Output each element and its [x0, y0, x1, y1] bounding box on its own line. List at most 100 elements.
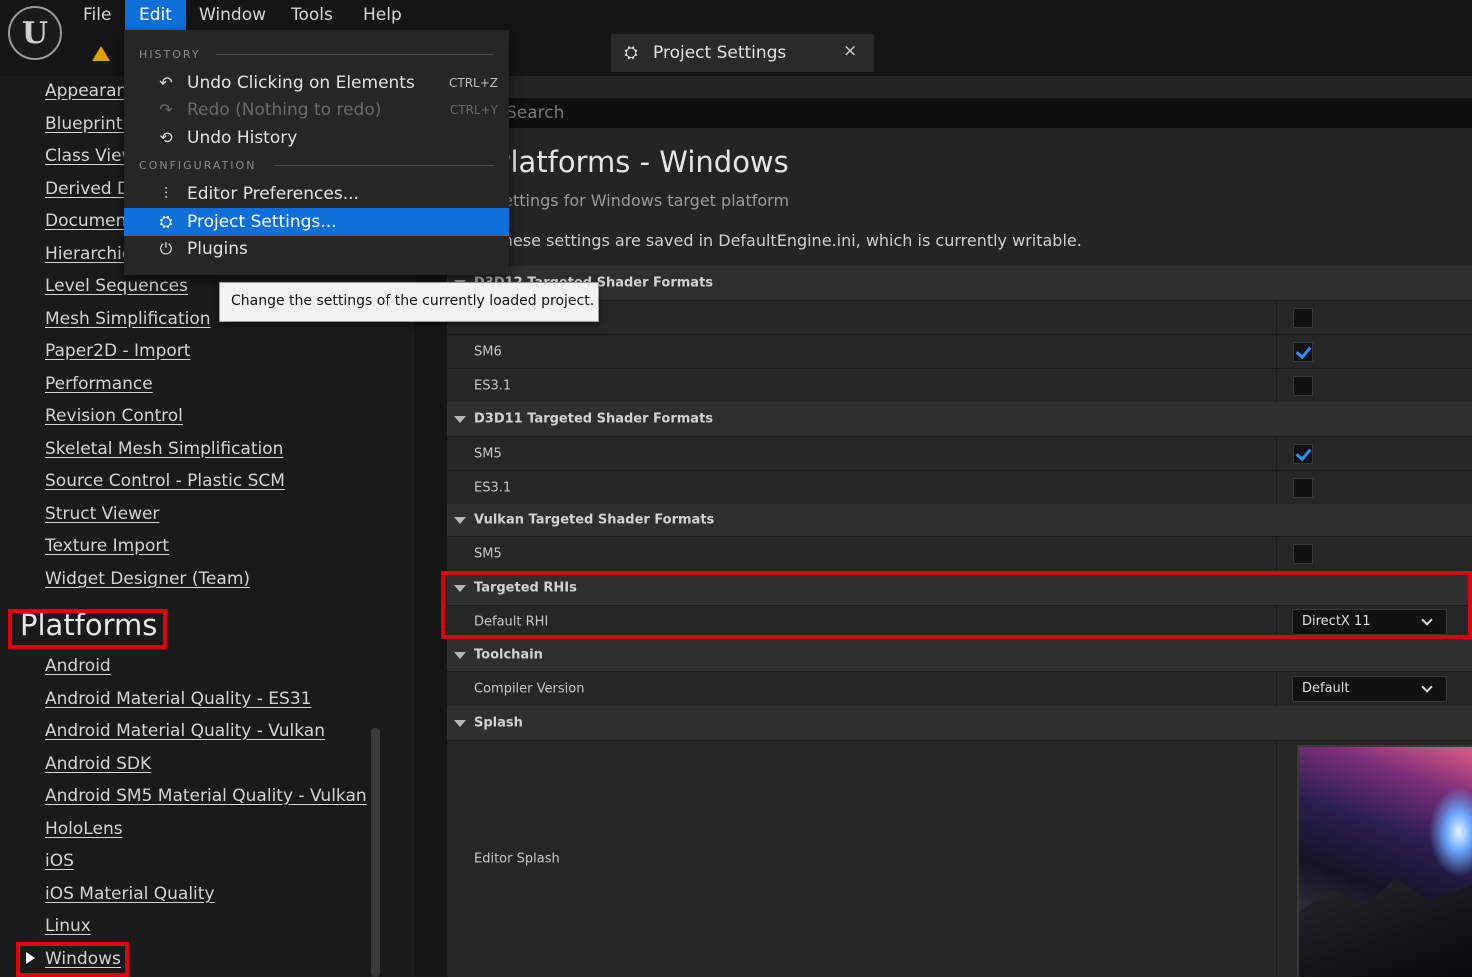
- tooltip-text: Change the settings of the currently loa…: [231, 293, 595, 309]
- warning-icon[interactable]: [92, 46, 110, 61]
- sidebar-item-struct-viewer[interactable]: Struct Viewer: [45, 504, 159, 524]
- checkbox-vulkan-sm5[interactable]: [1293, 544, 1313, 564]
- search-placeholder: Search: [506, 103, 565, 123]
- sidebar-item-hololens[interactable]: HoloLens: [45, 819, 123, 839]
- menu-item-label: Project Settings...: [187, 212, 337, 232]
- targeted-rhis-highlight: [441, 571, 1472, 639]
- menu-tools[interactable]: Tools: [277, 0, 347, 30]
- tab-label: Project Settings: [653, 43, 787, 63]
- collapse-arrow-icon[interactable]: [454, 517, 466, 524]
- sidebar-scrollbar[interactable]: [371, 728, 380, 977]
- shortcut-label: CTRL+Z: [448, 76, 498, 90]
- config-note: These settings are saved in DefaultEngin…: [493, 231, 1082, 250]
- prop-label: Compiler Version: [474, 681, 585, 697]
- dropdown-value: Default: [1302, 681, 1350, 696]
- compiler-version-dropdown[interactable]: Default: [1292, 676, 1447, 702]
- sidebar-item-android-material-es31[interactable]: Android Material Quality - ES31: [45, 689, 311, 709]
- shortcut-label: CTRL+Y: [449, 103, 498, 117]
- menu-item-undo[interactable]: ↶ Undo Clicking on Elements CTRL+Z: [124, 69, 509, 97]
- windows-highlight: [16, 942, 129, 977]
- sidebar-item-android-sdk[interactable]: Android SDK: [45, 754, 151, 774]
- sidebar-item-android-material-vulkan[interactable]: Android Material Quality - Vulkan: [45, 721, 325, 741]
- sidebar-item-widget-designer[interactable]: Widget Designer (Team): [45, 569, 250, 589]
- checkbox-d3d11-sm5[interactable]: [1293, 443, 1313, 464]
- page-subtitle: Settings for Windows target platform: [493, 191, 790, 210]
- sidebar-item-revision-control[interactable]: Revision Control: [45, 406, 183, 426]
- prop-label: ES3.1: [474, 378, 512, 393]
- menu-item-label: Plugins: [187, 239, 248, 259]
- close-icon[interactable]: ×: [843, 41, 857, 61]
- sidebar-item-source-control[interactable]: Source Control - Plastic SCM: [45, 471, 285, 491]
- sliders-icon: ⫶: [163, 184, 168, 203]
- configuration-section-label: CONFIGURATION: [139, 159, 257, 172]
- menu-item-editor-preferences[interactable]: ⫶ Editor Preferences...: [124, 180, 509, 208]
- history-section-label: HISTORY: [139, 48, 201, 61]
- prop-row: SM5: [447, 300, 1472, 334]
- section-label: Toolchain: [474, 647, 543, 663]
- checkbox-d3d11-es31[interactable]: [1293, 477, 1313, 498]
- checkbox-d3d12-sm5[interactable]: [1293, 307, 1313, 328]
- column-divider[interactable]: [1276, 672, 1277, 706]
- column-divider[interactable]: [1276, 537, 1277, 571]
- tooltip: Change the settings of the currently loa…: [219, 282, 599, 322]
- collapse-arrow-icon[interactable]: [454, 416, 466, 423]
- sidebar-item-mesh-simplification[interactable]: Mesh Simplification: [45, 309, 211, 329]
- page-title: Platforms - Windows: [493, 145, 789, 179]
- tab-project-settings[interactable]: ⛭ Project Settings ×: [611, 34, 874, 72]
- plugin-icon: ⏻: [159, 239, 173, 258]
- section-d3d12[interactable]: D3D12 Targeted Shader Formats: [447, 266, 1472, 300]
- column-divider[interactable]: [1276, 335, 1277, 368]
- section-vulkan[interactable]: Vulkan Targeted Shader Formats: [447, 504, 1472, 536]
- menu-edit[interactable]: Edit: [125, 0, 186, 30]
- sidebar-item-texture-import[interactable]: Texture Import: [45, 536, 169, 556]
- editor-window: U File Edit Window Tools Help ⛭ Project …: [0, 0, 1472, 977]
- menu-help[interactable]: Help: [349, 0, 416, 30]
- project-settings-icon: ⛭: [159, 212, 173, 231]
- collapse-arrow-icon[interactable]: [454, 652, 466, 659]
- editor-splash-image[interactable]: [1297, 745, 1472, 977]
- sidebar-item-skeletal-mesh-simplification[interactable]: Skeletal Mesh Simplification: [45, 439, 283, 459]
- prop-row: SM5: [447, 536, 1472, 571]
- column-divider[interactable]: [1276, 741, 1277, 977]
- sidebar-item-linux[interactable]: Linux: [45, 916, 91, 936]
- menu-item-label: Redo (Nothing to redo): [187, 100, 382, 120]
- menu-item-plugins[interactable]: ⏻ Plugins: [124, 235, 509, 263]
- prop-label: SM5: [474, 446, 502, 461]
- sidebar-item-performance[interactable]: Performance: [45, 374, 153, 394]
- prop-label: SM6: [474, 344, 502, 359]
- section-label: D3D11 Targeted Shader Formats: [474, 411, 714, 427]
- sidebar-item-level-sequences[interactable]: Level Sequences: [45, 276, 188, 296]
- menu-item-redo[interactable]: ↷ Redo (Nothing to redo) CTRL+Y: [124, 96, 509, 124]
- column-divider[interactable]: [1276, 437, 1277, 470]
- splash-glow: [1429, 787, 1472, 877]
- checkbox-d3d12-sm6[interactable]: [1293, 341, 1313, 362]
- menu-window[interactable]: Window: [185, 0, 280, 30]
- section-toolchain[interactable]: Toolchain: [447, 639, 1472, 671]
- edit-menu-dropdown: HISTORY ↶ Undo Clicking on Elements CTRL…: [124, 30, 509, 275]
- collapse-arrow-icon[interactable]: [454, 720, 466, 727]
- sidebar-item-ios-material-quality[interactable]: iOS Material Quality: [45, 884, 215, 904]
- menu-item-project-settings[interactable]: ⛭ Project Settings...: [124, 208, 509, 236]
- prop-row: ES3.1: [447, 368, 1472, 402]
- splash-ridge: [1299, 878, 1472, 977]
- project-settings-icon: ⛭: [624, 43, 638, 63]
- column-divider[interactable]: [1276, 471, 1277, 504]
- section-label: Vulkan Targeted Shader Formats: [474, 512, 715, 528]
- column-divider[interactable]: [1276, 301, 1277, 334]
- sidebar-item-ios[interactable]: iOS: [45, 851, 74, 871]
- chevron-down-icon: [1421, 681, 1433, 693]
- history-icon: ⟲: [159, 128, 173, 147]
- unreal-logo-icon[interactable]: U: [8, 6, 62, 60]
- section-splash[interactable]: Splash: [447, 706, 1472, 740]
- sidebar-item-android-sm5-vulkan[interactable]: Android SM5 Material Quality - Vulkan: [45, 786, 367, 806]
- section-d3d11[interactable]: D3D11 Targeted Shader Formats: [447, 402, 1472, 436]
- column-divider[interactable]: [1276, 369, 1277, 402]
- checkbox-d3d12-es31[interactable]: [1293, 375, 1313, 396]
- search-input[interactable]: [447, 98, 1472, 128]
- prop-row: ES3.1: [447, 470, 1472, 504]
- sidebar-item-paper2d-import[interactable]: Paper2D - Import: [45, 341, 190, 361]
- menu-item-label: Editor Preferences...: [187, 184, 359, 204]
- menu-file[interactable]: File: [69, 0, 125, 30]
- menu-item-undo-history[interactable]: ⟲ Undo History: [124, 124, 509, 152]
- sidebar-item-android[interactable]: Android: [45, 656, 111, 676]
